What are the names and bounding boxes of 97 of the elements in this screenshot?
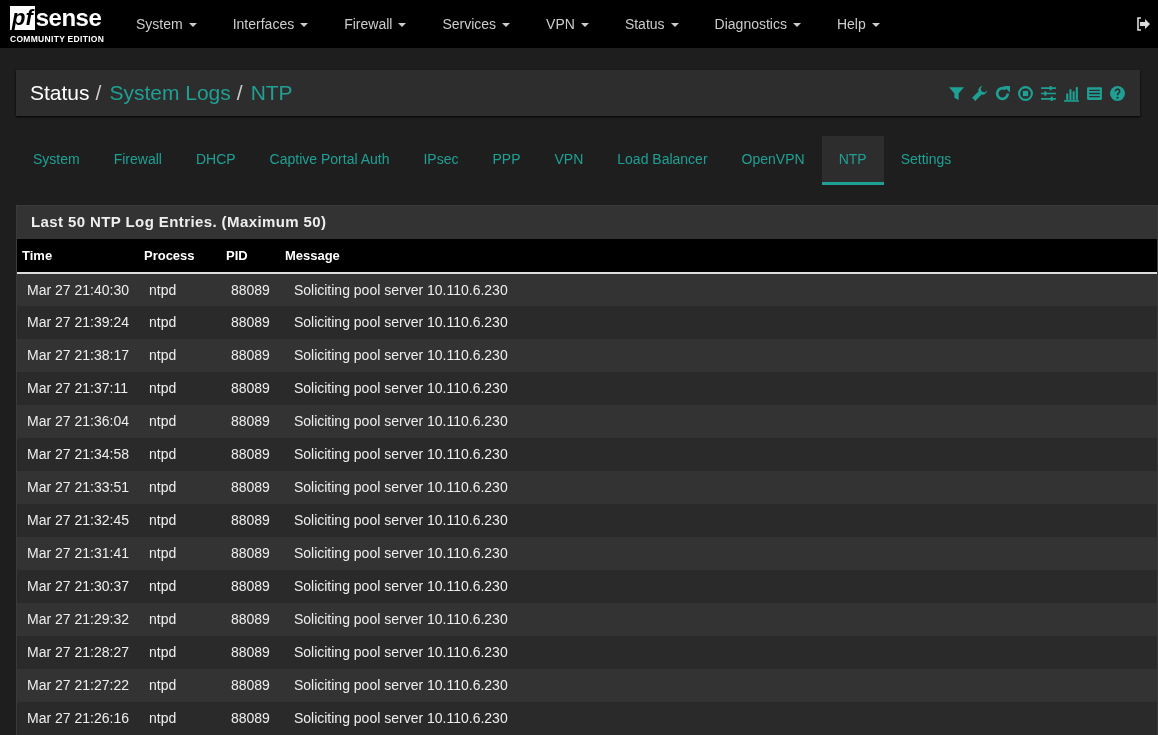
tab[interactable]: Captive Portal Auth [252,136,407,185]
table-cell: ntpd [138,669,221,702]
table-cell: Mar 27 21:30:37 [17,570,139,603]
table-cell: ntpd [138,273,221,306]
table-cell: Soliciting pool server 10.110.6.230 [279,702,1157,735]
stop-icon[interactable] [1017,84,1034,102]
table-cell: Mar 27 21:29:32 [17,603,139,636]
table-cell: 88089 [220,405,280,438]
table-cell: ntpd [138,306,221,339]
tab[interactable]: OpenVPN [724,136,822,185]
table-cell: ntpd [138,438,221,471]
table-cell: Soliciting pool server 10.110.6.230 [279,471,1157,504]
table-cell: 88089 [220,273,280,306]
table-cell: ntpd [138,339,221,372]
tab[interactable]: NTP [821,136,884,185]
table-cell: 88089 [220,471,280,504]
table-cell: 88089 [220,504,280,537]
table-cell: Mar 27 21:28:27 [17,636,139,669]
menu-item[interactable]: Help [818,13,898,35]
filter-icon[interactable] [948,84,965,102]
logo-name: sense [35,6,102,30]
table-cell: Soliciting pool server 10.110.6.230 [279,669,1157,702]
table-cell: Mar 27 21:38:17 [17,339,139,372]
breadcrumb-separator: / [236,80,243,107]
tab[interactable]: PPP [475,136,538,185]
edition-label: COMMUNITY EDITION [10,33,106,46]
table-cell: Soliciting pool server 10.110.6.230 [279,306,1157,339]
sliders-icon[interactable] [1040,84,1057,102]
menu-item[interactable]: Interfaces [214,13,327,35]
menu-item[interactable]: System [118,13,215,35]
table-cell: Soliciting pool server 10.110.6.230 [279,636,1157,669]
tab[interactable]: Firewall [96,136,179,185]
refresh-icon[interactable] [994,84,1011,102]
column-header: Time [17,238,139,273]
table-cell: Mar 27 21:40:30 [17,273,139,306]
table-cell: ntpd [138,471,221,504]
menu-item[interactable]: Firewall [326,13,425,35]
table-cell: 88089 [220,636,280,669]
tab[interactable]: System [16,136,97,185]
table-cell: 88089 [220,702,280,735]
menu-item[interactable]: Services [424,13,529,35]
table-cell: Soliciting pool server 10.110.6.230 [279,438,1157,471]
table-cell: Mar 27 21:39:24 [17,306,139,339]
menu-item[interactable]: Diagnostics [696,13,819,35]
table-cell: Mar 27 21:34:58 [17,438,139,471]
panel-title: Last 50 NTP Log Entries. (Maximum 50) [17,206,1157,239]
table-cell: 88089 [220,306,280,339]
menu-item[interactable]: VPN [528,13,607,35]
help-icon[interactable] [1109,84,1126,102]
tab[interactable]: DHCP [178,136,253,185]
table-cell: 88089 [220,570,280,603]
wrench-icon[interactable] [971,84,988,102]
column-header: Process [138,238,221,273]
table-cell: ntpd [138,636,221,669]
tab[interactable]: IPsec [406,136,476,185]
breadcrumb-text: Status [30,80,90,107]
table-cell: Mar 27 21:31:41 [17,537,139,570]
table-cell: 88089 [220,603,280,636]
table-cell: 88089 [220,537,280,570]
table-cell: Soliciting pool server 10.110.6.230 [279,504,1157,537]
table-cell: ntpd [138,405,221,438]
table-cell: 88089 [220,438,280,471]
table-cell: Mar 27 21:32:45 [17,504,139,537]
table-cell: Soliciting pool server 10.110.6.230 [279,339,1157,372]
table-cell: Mar 27 21:27:22 [17,669,139,702]
column-header: Message [279,238,1157,273]
table-cell: ntpd [138,504,221,537]
table-cell: Mar 27 21:36:04 [17,405,139,438]
tab[interactable]: Load Balancer [600,136,725,185]
breadcrumb-link[interactable]: NTP [250,77,293,109]
table-cell: 88089 [220,372,280,405]
table-cell: ntpd [138,537,221,570]
table-cell: Soliciting pool server 10.110.6.230 [279,405,1157,438]
table-cell: Mar 27 21:37:11 [17,372,139,405]
menu-item[interactable]: Status [606,13,697,35]
table-cell: Soliciting pool server 10.110.6.230 [279,603,1157,636]
table-cell: ntpd [138,603,221,636]
logout-icon[interactable] [1136,17,1150,31]
table-cell: Mar 27 21:33:51 [17,471,139,504]
logo-mark: pf [10,6,35,30]
list-icon[interactable] [1086,84,1103,102]
table-cell: ntpd [138,570,221,603]
breadcrumb-link[interactable]: System Logs [109,77,231,109]
table-cell: Soliciting pool server 10.110.6.230 [279,537,1157,570]
tab[interactable]: VPN [537,136,601,185]
tab[interactable]: Settings [883,136,969,185]
breadcrumb-separator: / [95,80,102,107]
table-cell: Soliciting pool server 10.110.6.230 [279,570,1157,603]
bar-chart-icon[interactable] [1063,84,1080,102]
table-cell: Mar 27 21:26:16 [17,702,139,735]
table-cell: 88089 [220,669,280,702]
table-cell: ntpd [138,372,221,405]
table-cell: 88089 [220,339,280,372]
column-header: PID [220,238,280,273]
table-cell: Soliciting pool server 10.110.6.230 [279,273,1157,306]
table-cell: ntpd [138,702,221,735]
table-cell: Soliciting pool server 10.110.6.230 [279,372,1157,405]
